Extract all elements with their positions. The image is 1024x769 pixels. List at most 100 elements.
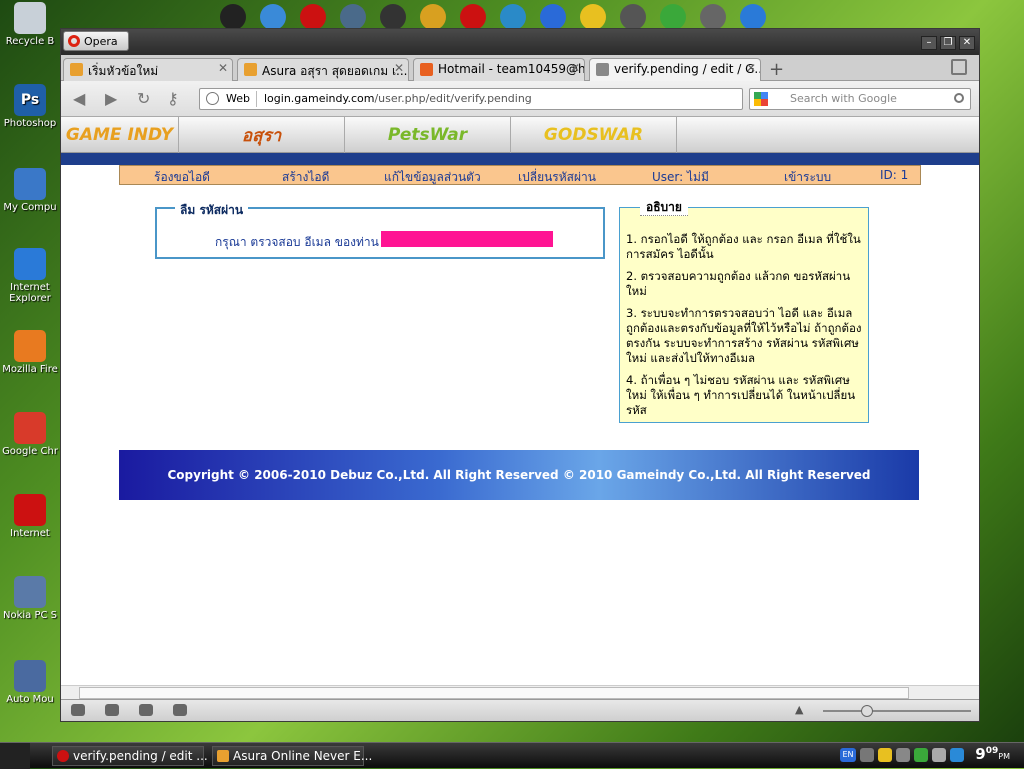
desktop-icon[interactable]: Auto Mou <box>0 660 60 705</box>
reload-icon[interactable]: ↻ <box>137 89 150 108</box>
explanation-box: อธิบาย 1. กรอกไอดี ให้ถูกต้อง และ กรอก อ… <box>619 200 869 423</box>
panel-toggle-icon[interactable] <box>71 704 85 716</box>
desktop-icon[interactable]: Ps Photoshop <box>0 84 60 129</box>
dock-app-icon[interactable] <box>340 4 366 30</box>
desktop-icon[interactable]: My Compu <box>0 168 60 213</box>
app-tray-icon[interactable] <box>914 748 928 762</box>
turbo-icon[interactable] <box>173 704 187 716</box>
dock-app-icon[interactable] <box>540 4 566 30</box>
taskbar: verify.pending / edit ... Asura Online N… <box>0 742 1024 769</box>
blue-divider <box>61 153 979 165</box>
tab-favicon-icon <box>596 63 609 76</box>
app-tray-icon[interactable] <box>932 748 946 762</box>
account-menu: ร้องขอไอดี สร้างไอดี แก้ไขข้อมูลส่วนตัว … <box>119 165 921 185</box>
forward-icon[interactable]: ▶ <box>105 89 117 108</box>
zoom-slider[interactable] <box>823 705 971 717</box>
back-icon[interactable]: ◀ <box>73 89 85 108</box>
desktop-icon[interactable]: Recycle B <box>0 2 60 47</box>
desktop-app-icon: Ps <box>14 84 46 116</box>
search-engine-label: Web <box>226 92 250 105</box>
dock-app-icon[interactable] <box>460 4 486 30</box>
volume-icon[interactable] <box>860 748 874 762</box>
dock-app-icon[interactable] <box>220 4 246 30</box>
clock[interactable]: 909PM <box>975 745 1010 763</box>
start-button[interactable] <box>0 743 30 769</box>
maximize-icon[interactable]: ❐ <box>940 36 956 50</box>
taskbar-item-asura[interactable]: Asura Online Never E... <box>212 746 372 766</box>
zoom-slider-knob[interactable] <box>861 705 873 717</box>
tab-3[interactable]: Hotmail - team10459@h... ✕ <box>413 58 585 81</box>
desktop-icon-label: Internet Explorer <box>9 282 51 304</box>
new-tab-icon[interactable]: + <box>769 59 784 80</box>
search-icon[interactable] <box>954 93 964 103</box>
dock-app-icon[interactable] <box>500 4 526 30</box>
clock-ampm: PM <box>998 752 1010 761</box>
status-bar: ▲ <box>61 699 979 721</box>
search-box[interactable]: Search with Google <box>749 88 971 110</box>
minimize-icon[interactable]: – <box>921 36 937 50</box>
dock-app-icon[interactable] <box>660 4 686 30</box>
browser-window: Opera – ❐ ✕ เริ่มหัวข้อใหม่ ✕ Asura อสุร… <box>60 28 980 722</box>
dock-app-icon[interactable] <box>300 4 326 30</box>
opera-menu-label: Opera <box>84 34 118 48</box>
clock-minute: 09 <box>985 746 999 756</box>
google-icon[interactable] <box>754 92 768 106</box>
godswar-logo[interactable]: GODSWAR <box>511 117 677 153</box>
menu-create-id[interactable]: สร้างไอดี <box>282 168 329 187</box>
ie-tray-icon[interactable] <box>950 748 964 762</box>
tab-close-icon[interactable]: ✕ <box>394 61 404 75</box>
dock-app-icon[interactable] <box>580 4 606 30</box>
web-page: GAME INDY อสุรา PetsWar GODSWAR ร้องขอไอ… <box>61 117 979 685</box>
desktop-app-icon <box>14 330 46 362</box>
desktop-icon[interactable]: Internet Explorer <box>0 248 60 304</box>
tab-2[interactable]: Asura อสุรา สุดยอดเกม เ... ✕ <box>237 58 409 81</box>
desktop-app-icon <box>14 494 46 526</box>
taskbar-item-opera[interactable]: verify.pending / edit ... <box>52 746 208 766</box>
zoom-menu-icon[interactable]: ▲ <box>795 703 803 716</box>
menu-request-id[interactable]: ร้องขอไอดี <box>154 168 210 187</box>
menu-login[interactable]: เข้าระบบ <box>784 168 831 187</box>
opera-link-icon[interactable] <box>139 704 153 716</box>
tab-label: Hotmail - team10459@h... <box>438 62 585 76</box>
desktop-icon[interactable]: Nokia PC S <box>0 576 60 621</box>
asura-logo[interactable]: อสุรา <box>179 117 345 153</box>
menu-edit-profile[interactable]: แก้ไขข้อมูลส่วนตัว <box>384 168 481 187</box>
opera-unite-icon[interactable] <box>105 704 119 716</box>
opera-menu-button[interactable]: Opera <box>63 31 129 51</box>
petswar-logo[interactable]: PetsWar <box>345 117 511 153</box>
scrollbar-thumb[interactable] <box>79 687 909 699</box>
explanation-step: 4. ถ้าเพื่อน ๆ ไม่ชอบ รหัสผ่าน และ รหัสพ… <box>626 373 856 417</box>
close-icon[interactable]: ✕ <box>959 36 975 50</box>
tab-close-icon[interactable]: ✕ <box>218 61 228 75</box>
key-icon[interactable]: ⚷ <box>167 89 179 108</box>
security-icon[interactable] <box>878 748 892 762</box>
godswar-logo-text: GODSWAR <box>543 125 644 145</box>
desktop-icon[interactable]: Internet <box>0 494 60 539</box>
dock-app-icon[interactable] <box>700 4 726 30</box>
language-indicator[interactable]: EN <box>840 748 856 762</box>
desktop-dock <box>190 0 950 30</box>
desktop-icon-label: My Compu <box>3 202 57 213</box>
trash-icon[interactable] <box>951 59 967 75</box>
tab-close-icon[interactable]: ✕ <box>746 61 756 75</box>
gameindy-logo[interactable]: GAME INDY <box>61 117 179 153</box>
address-separator <box>256 91 257 107</box>
explanation-step: 2. ตรวจสอบความถูกต้อง แล้วกด ขอรหัสผ่านใ… <box>626 269 851 298</box>
tab-close-icon[interactable]: ✕ <box>570 61 580 75</box>
dock-app-icon[interactable] <box>620 4 646 30</box>
network-icon[interactable] <box>896 748 910 762</box>
dock-app-icon[interactable] <box>380 4 406 30</box>
tab-4-active[interactable]: verify.pending / edit / G... ✕ <box>589 58 761 82</box>
dock-app-icon[interactable] <box>260 4 286 30</box>
desktop-icon[interactable]: Mozilla Fire <box>0 330 60 375</box>
dock-app-icon[interactable] <box>420 4 446 30</box>
horizontal-scrollbar[interactable] <box>61 685 979 699</box>
address-bar[interactable]: Web login.gameindy.com/user.php/edit/ver… <box>199 88 743 110</box>
asura-logo-text: อสุรา <box>241 125 282 146</box>
menu-change-password[interactable]: เปลี่ยนรหัสผ่าน <box>518 168 596 187</box>
desktop-icon[interactable]: Google Chr <box>0 412 60 457</box>
tab-favicon-icon <box>244 63 257 76</box>
redacted-email <box>381 231 553 247</box>
dock-app-icon[interactable] <box>740 4 766 30</box>
tab-1[interactable]: เริ่มหัวข้อใหม่ ✕ <box>63 58 233 81</box>
